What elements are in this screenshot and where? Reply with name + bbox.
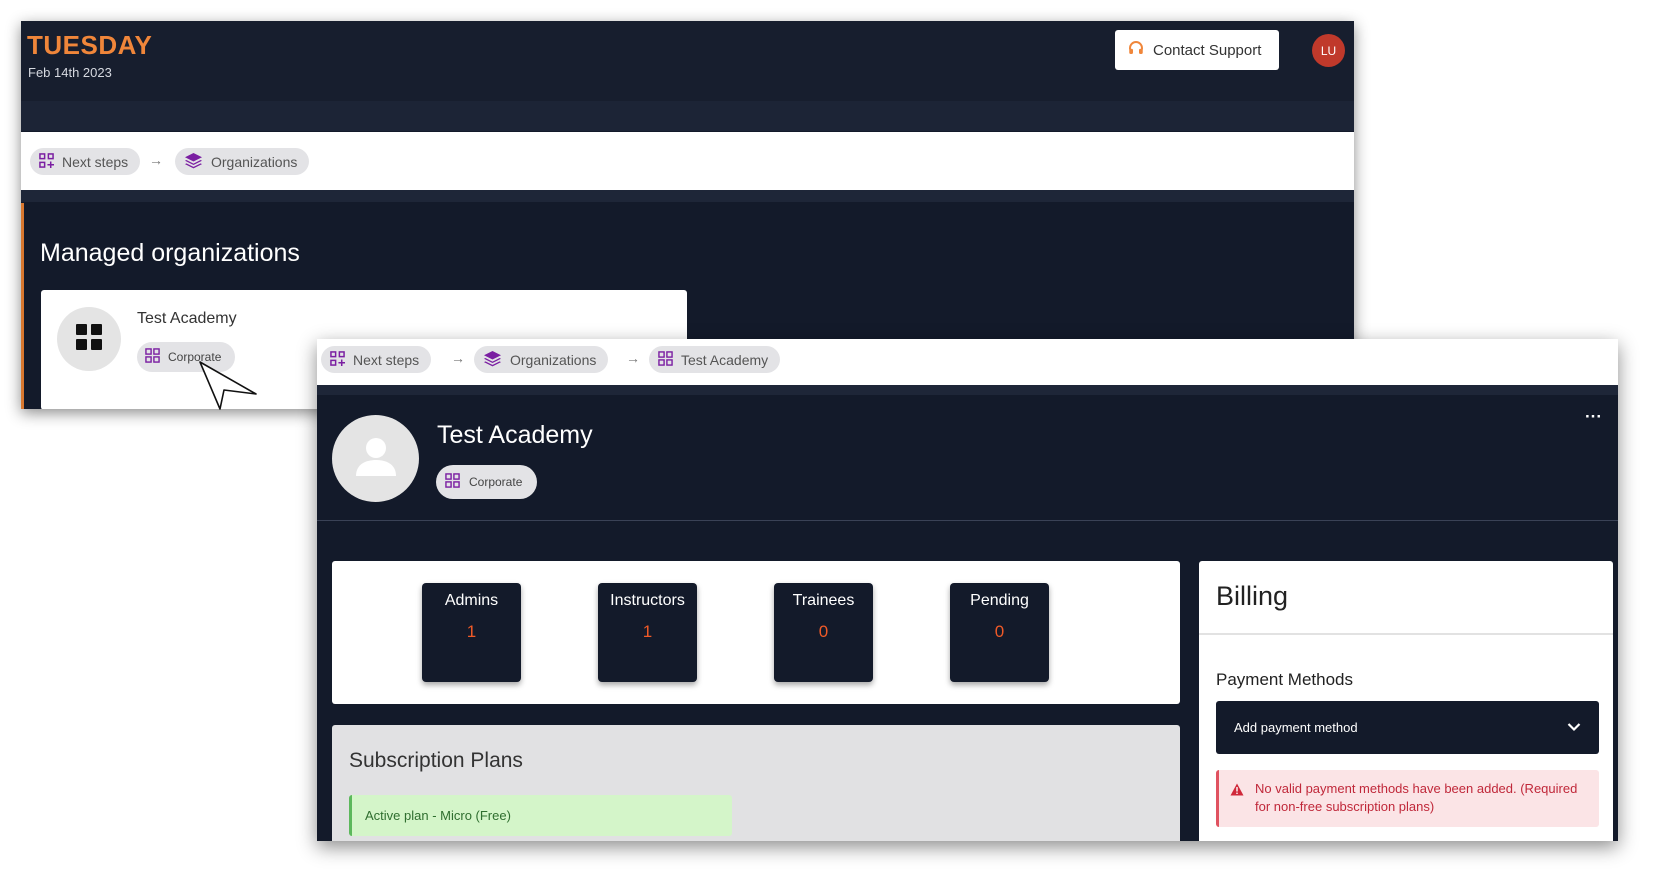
grid-icon [145,348,160,366]
top-bar: TUESDAY Feb 14th 2023 Contact Support LU [21,21,1354,101]
breadcrumb-organizations[interactable]: Organizations [175,148,310,175]
active-plan-banner: Active plan - Micro (Free) [349,795,732,836]
grid-plus-icon [39,152,54,171]
subscription-title: Subscription Plans [349,749,523,772]
breadcrumb-label: Test Academy [681,351,769,368]
subscription-plans-card: Subscription Plans Active plan - Micro (… [332,725,1180,841]
stat-admins[interactable]: Admins 1 [422,583,521,682]
payment-methods-title: Payment Methods [1216,670,1354,689]
accent-bar [21,203,24,409]
billing-divider [1199,633,1613,635]
breadcrumb-strip [317,385,1618,395]
breadcrumb-arrow-icon: → [451,350,465,366]
billing-card: Billing Payment Methods Add payment meth… [1199,561,1613,841]
member-stats-card: Admins 1 Instructors 1 Trainees 0 Pendin… [332,561,1180,704]
org-avatar [332,415,419,502]
breadcrumb-next-steps[interactable]: Next steps [321,346,432,373]
org-type-badge[interactable]: Corporate [436,465,538,499]
warning-icon [1230,783,1244,801]
page-title: Managed organizations [40,239,300,267]
org-name: Test Academy [137,310,237,327]
breadcrumb: Next steps → Organizations [21,132,1354,190]
stat-value: 1 [642,622,653,641]
org-avatar [57,307,121,371]
breadcrumb-arrow-icon: → [149,152,163,168]
org-type-label: Corporate [469,475,523,489]
breadcrumb-label: Next steps [353,351,420,368]
breadcrumb-label: Next steps [62,153,129,170]
breadcrumb-test-academy[interactable]: Test Academy [649,346,781,373]
stat-instructors[interactable]: Instructors 1 [598,583,697,682]
breadcrumb-arrow-icon: → [626,350,640,366]
apps-grid-icon [75,323,103,356]
add-payment-method-label: Add payment method [1234,720,1358,735]
layers-icon [184,152,203,172]
breadcrumb-label: Organizations [510,351,597,368]
layers-icon [483,350,502,370]
contact-support-button[interactable]: Contact Support [1115,30,1279,70]
breadcrumb-organizations[interactable]: Organizations [474,346,609,373]
stat-trainees[interactable]: Trainees 0 [774,583,873,682]
org-detail-window: Next steps → Organizations → Test Academ… [317,339,1618,841]
breadcrumb-next-steps[interactable]: Next steps [30,148,141,175]
grid-plus-icon [330,350,345,369]
headset-icon [1127,39,1145,61]
billing-title: Billing [1216,581,1289,611]
date-label: Feb 14th 2023 [28,65,112,80]
stat-value: 1 [466,622,477,641]
stat-label: Admins [444,592,499,609]
user-avatar[interactable]: LU [1312,34,1345,67]
day-label: TUESDAY [27,30,153,60]
breadcrumb-label: Organizations [211,153,298,170]
stat-pending[interactable]: Pending 0 [950,583,1049,682]
stat-label: Pending [970,592,1029,609]
breadcrumb: Next steps → Organizations → Test Academ… [317,339,1618,385]
grid-icon [445,473,460,491]
chevron-down-icon [1567,720,1581,735]
stat-value: 0 [818,622,829,641]
more-options-icon[interactable]: ··· [1585,407,1602,427]
payment-warning-text: No valid payment methods have been added… [1255,781,1578,814]
stat-label: Instructors [610,592,685,609]
header-divider [317,520,1618,521]
add-payment-method-dropdown[interactable]: Add payment method [1216,701,1599,754]
person-icon [352,432,400,485]
org-title: Test Academy [437,421,593,449]
breadcrumb-strip [21,190,1354,202]
grid-icon [658,350,673,369]
top-bar-strip [21,101,1354,131]
contact-support-label: Contact Support [1153,41,1262,59]
payment-warning-alert: No valid payment methods have been added… [1216,770,1599,827]
stat-value: 0 [994,622,1005,641]
stat-label: Trainees [792,592,855,609]
mouse-pointer-icon [199,361,257,410]
